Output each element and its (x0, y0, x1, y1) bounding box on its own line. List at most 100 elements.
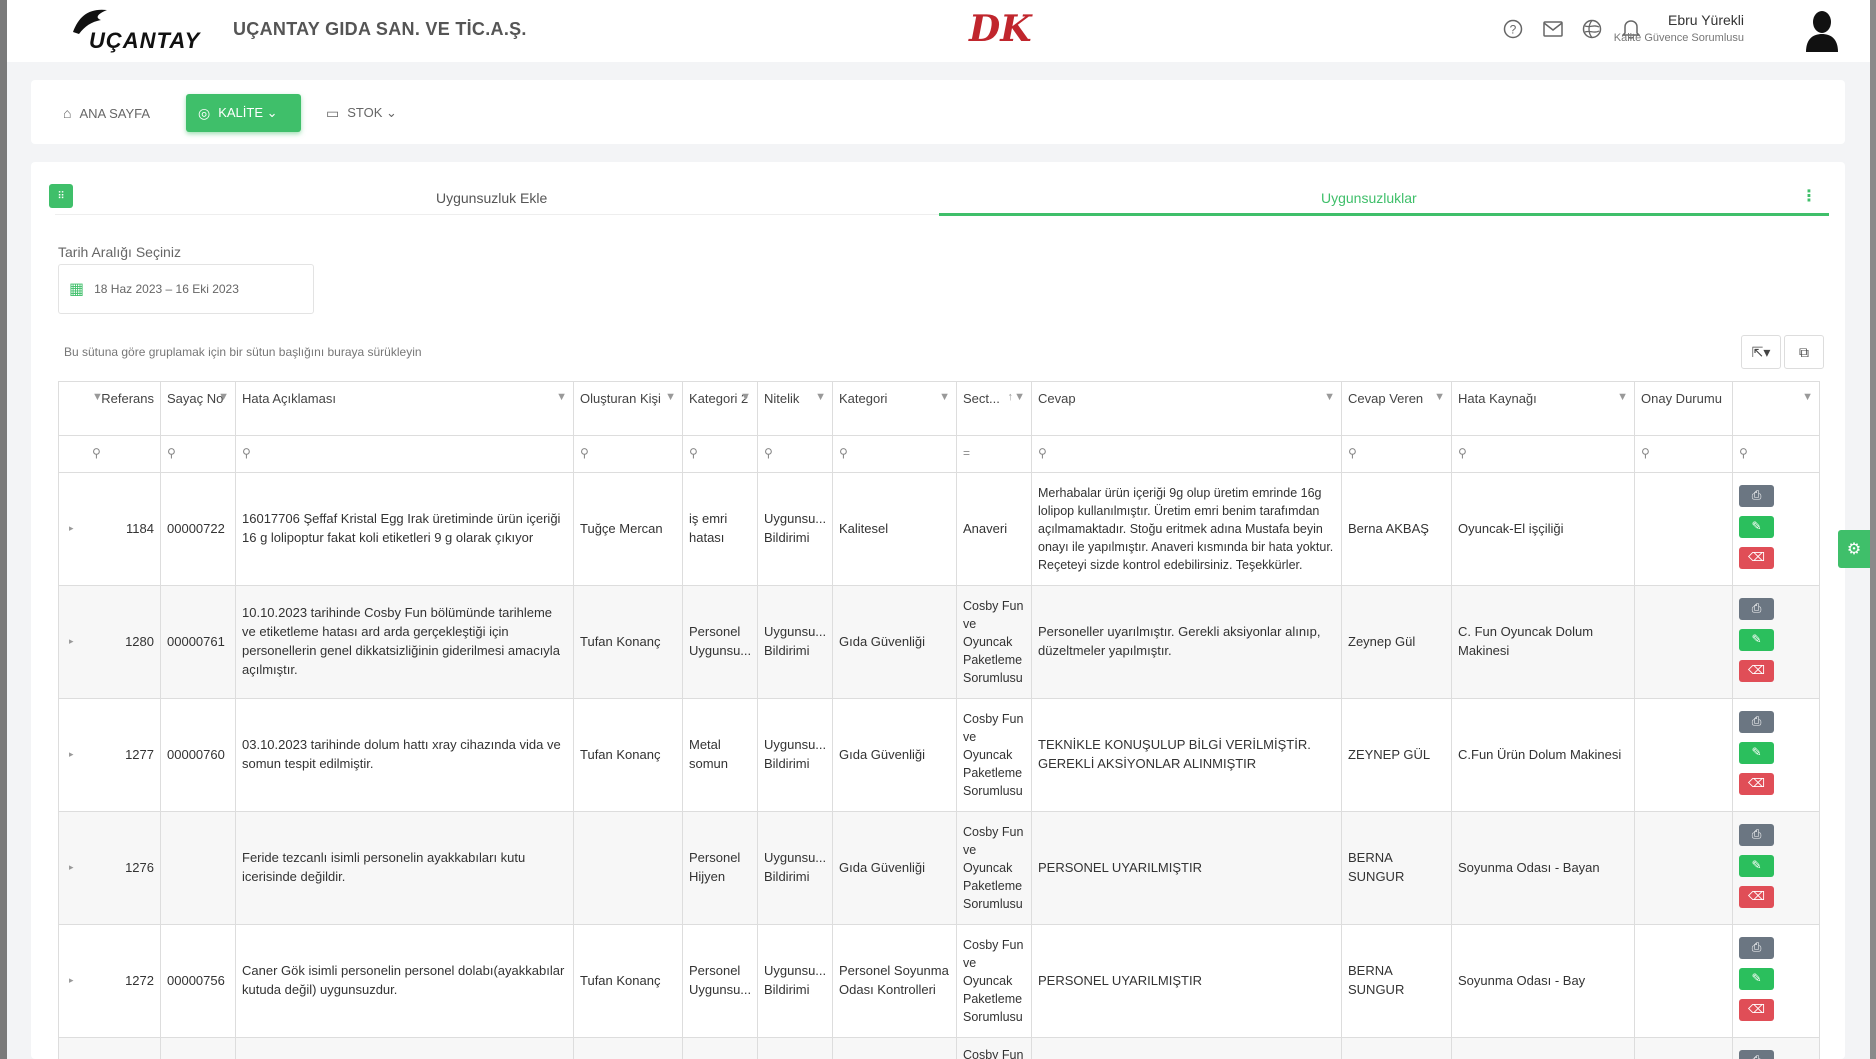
row-cell-cevap: Personeller uyarılmıştır. Gerekli aksiyo… (1032, 586, 1342, 698)
filter-onay[interactable]: ⚲ (1635, 436, 1733, 472)
edit-button[interactable]: ✎ (1739, 855, 1774, 877)
col-sect[interactable]: Sect... ↑ ▼ (957, 382, 1032, 435)
filter-cevap[interactable]: ⚲ (1032, 436, 1342, 472)
print-button[interactable]: ⎙ (1739, 485, 1774, 507)
delete-button[interactable]: ⌫ (1739, 773, 1774, 795)
row-cell-hata: Feride tezcanlı isimli personelin ayakka… (236, 812, 574, 924)
edit-button[interactable]: ✎ (1739, 629, 1774, 651)
col-kategori[interactable]: Kategori ▼ (833, 382, 957, 435)
filter-kaynak[interactable]: ⚲ (1452, 436, 1635, 472)
edit-button[interactable]: ✎ (1739, 516, 1774, 538)
col-hata-kaynagi[interactable]: Hata Kaynağı ▼ (1452, 382, 1635, 435)
nav-home[interactable]: ⌂ ANA SAYFA (51, 94, 162, 132)
col-hata-aciklamasi[interactable]: Hata Açıklaması ▼ (236, 382, 574, 435)
col-cevap-veren[interactable]: Cevap Veren ▼ (1342, 382, 1452, 435)
column-chooser-button[interactable]: ⧉ (1784, 335, 1824, 369)
globe-icon[interactable] (1579, 16, 1605, 42)
nav-kalite-label: KALİTE ⌄ (218, 105, 278, 120)
more-options-icon[interactable]: ⋮ (1801, 186, 1817, 206)
print-button[interactable]: ⎙ (1739, 598, 1774, 620)
help-icon[interactable]: ? (1500, 16, 1526, 42)
edit-button[interactable]: ✎ (1739, 742, 1774, 764)
print-button[interactable]: ⎙ (1739, 937, 1774, 959)
col-olusturan-kisi[interactable]: Oluşturan Kişi ▼ (574, 382, 683, 435)
delete-button[interactable]: ⌫ (1739, 660, 1774, 682)
delete-button[interactable]: ⌫ (1739, 999, 1774, 1021)
print-button[interactable]: ⎙ (1739, 824, 1774, 846)
filter-kategori2[interactable]: ⚲ (683, 436, 758, 472)
filter-sect[interactable]: = (957, 436, 1032, 472)
nav-stok[interactable]: ▭ STOK ⌄ (314, 94, 409, 132)
col-kategori-2[interactable]: Kategori 2 ▼ (683, 382, 758, 435)
mail-icon[interactable] (1540, 16, 1566, 42)
col-label: Cevap (1038, 391, 1076, 406)
col-cevap[interactable]: Cevap ▼ (1032, 382, 1342, 435)
filter-icon[interactable]: ▼ (665, 390, 676, 406)
col-onay-durumu[interactable]: Onay Durumu (1635, 382, 1733, 435)
row-cell-cevap (1032, 1038, 1342, 1059)
row-cell-nitelik (758, 1038, 833, 1059)
date-range-field[interactable]: ▦ (58, 264, 314, 314)
row-cell-referans: ▸ 1272 (59, 925, 161, 1037)
filter-nitelik[interactable]: ⚲ (758, 436, 833, 472)
settings-gear-button[interactable]: ⚙ (1838, 530, 1870, 568)
row-cell-actions: ⎙ ✎ ⌫ (1733, 473, 1819, 585)
row-cell-kategori: Gıda Güvenliği (833, 812, 957, 924)
table-row[interactable]: ▸ 1280 00000761 10.10.2023 tarihinde Cos… (59, 586, 1819, 699)
table-row[interactable]: ▸ 1184 00000722 16017706 Şeffaf Kristal … (59, 473, 1819, 586)
table-row[interactable]: Cosby Fun ⎙ (59, 1038, 1819, 1059)
filter-icon[interactable]: ▼ (1434, 390, 1445, 406)
filter-icon[interactable]: ▼ (1802, 390, 1813, 406)
filter-icon[interactable]: ▼ (939, 390, 950, 406)
filter-icon[interactable]: ▼ (815, 390, 826, 406)
tab-uygunsuzluk-ekle[interactable]: Uygunsuzluk Ekle (436, 190, 547, 206)
filter-icon[interactable]: ▼ (1014, 390, 1025, 406)
nav-kalite[interactable]: ◎ KALİTE ⌄ (186, 94, 301, 132)
table-row[interactable]: ▸ 1276 Feride tezcanlı isimli personelin… (59, 812, 1819, 925)
panel-toggle-button[interactable]: ⠿ (49, 184, 73, 208)
filter-olusturan[interactable]: ⚲ (574, 436, 683, 472)
table-row[interactable]: ▸ 1272 00000756 Caner Gök isimli persone… (59, 925, 1819, 1038)
date-range-input[interactable] (94, 282, 295, 296)
box-icon: ▭ (326, 104, 340, 121)
column-chooser-icon: ⧉ (1799, 343, 1809, 360)
row-cell-kaynak (1452, 1038, 1635, 1059)
filter-icon[interactable]: ▼ (740, 390, 751, 406)
col-referans[interactable]: ▼ Referans (59, 382, 161, 435)
tab-uygunsuzluklar[interactable]: Uygunsuzluklar (1321, 190, 1417, 206)
delete-button[interactable]: ⌫ (1739, 886, 1774, 908)
table-row[interactable]: ▸ 1277 00000760 03.10.2023 tarihinde dol… (59, 699, 1819, 812)
company-logo[interactable]: UÇANTAY (65, 6, 205, 54)
expand-icon[interactable]: ▸ (69, 974, 74, 987)
filter-sayac[interactable]: ⚲ (161, 436, 236, 472)
col-sayac[interactable]: Sayaç No ▼ (161, 382, 236, 435)
print-button[interactable]: ⎙ (1739, 711, 1774, 733)
print-button[interactable]: ⎙ (1739, 1050, 1774, 1059)
row-cell-kaynak: Oyuncak-El işçiliği (1452, 473, 1635, 585)
expand-icon[interactable]: ▸ (69, 635, 74, 648)
row-cell-kategori: Personel Soyunma Odası Kontrolleri (833, 925, 957, 1037)
expand-icon[interactable]: ▸ (69, 861, 74, 874)
filter-referans[interactable]: ⚲ (59, 436, 161, 472)
window-scrollbar[interactable] (1870, 0, 1876, 1059)
filter-actions[interactable]: ⚲ (1733, 436, 1819, 472)
filter-cevap-veren[interactable]: ⚲ (1342, 436, 1452, 472)
col-nitelik[interactable]: Nitelik ▼ (758, 382, 833, 435)
filter-icon[interactable]: ▼ (218, 390, 229, 406)
col-actions[interactable]: ▼ (1733, 382, 1819, 435)
filter-icon[interactable]: ▼ (92, 390, 103, 406)
edit-button[interactable]: ✎ (1739, 968, 1774, 990)
user-avatar[interactable] (1804, 8, 1840, 52)
expand-icon[interactable]: ▸ (69, 522, 74, 535)
row-cell-actions: ⎙ ✎ ⌫ (1733, 812, 1819, 924)
expand-icon[interactable]: ▸ (69, 748, 74, 761)
filter-kategori[interactable]: ⚲ (833, 436, 957, 472)
filter-hata[interactable]: ⚲ (236, 436, 574, 472)
export-button[interactable]: ⇱▾ (1741, 335, 1781, 369)
filter-icon[interactable]: ▼ (1617, 390, 1628, 406)
delete-button[interactable]: ⌫ (1739, 547, 1774, 569)
filter-icon[interactable]: ▼ (1324, 390, 1335, 406)
sort-icon[interactable]: ↑ (1008, 390, 1014, 406)
row-cell-actions: ⎙ ✎ ⌫ (1733, 925, 1819, 1037)
filter-icon[interactable]: ▼ (556, 390, 567, 406)
